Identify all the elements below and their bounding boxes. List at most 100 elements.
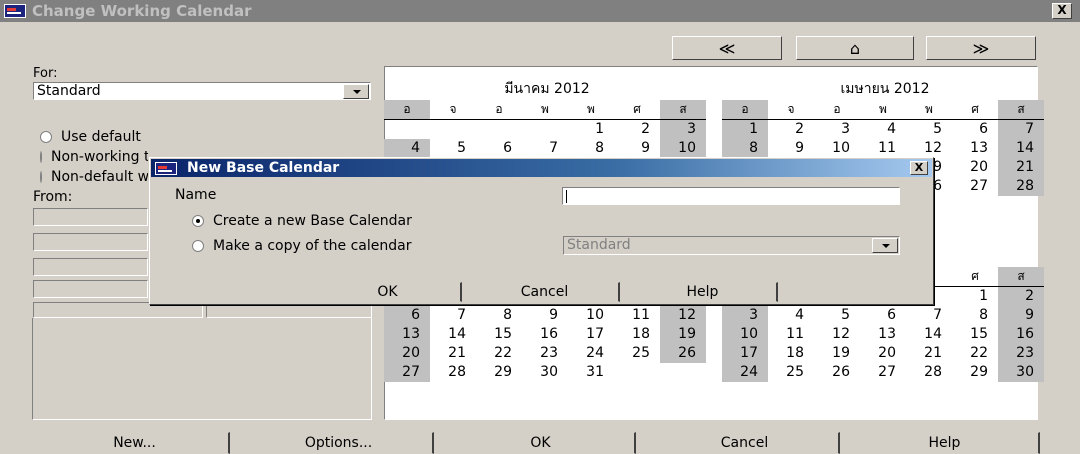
calendar-day[interactable]: 2 bbox=[998, 287, 1044, 306]
calendar-day[interactable]: 28 bbox=[906, 363, 952, 382]
calendar-day[interactable]: 9 bbox=[768, 139, 814, 158]
calendar-day[interactable]: 31 bbox=[568, 363, 614, 382]
calendar-day[interactable]: 10 bbox=[814, 139, 860, 158]
calendar-day[interactable]: 27 bbox=[384, 363, 430, 382]
calendar-day[interactable]: 29 bbox=[952, 363, 998, 382]
calendar-day[interactable]: 8 bbox=[476, 306, 522, 325]
calendar-day[interactable]: 8 bbox=[952, 306, 998, 325]
calendar-day[interactable]: 29 bbox=[476, 363, 522, 382]
calendar-day[interactable]: 28 bbox=[998, 177, 1044, 196]
calendar-day[interactable]: 19 bbox=[660, 325, 706, 344]
calendar-day[interactable]: 11 bbox=[768, 325, 814, 344]
options-button[interactable]: Options... bbox=[244, 432, 434, 454]
calendar-day[interactable]: 6 bbox=[384, 306, 430, 325]
calendar-day[interactable]: 13 bbox=[952, 139, 998, 158]
dialog-cancel-button[interactable]: Cancel bbox=[470, 282, 620, 302]
calendar-day[interactable]: 8 bbox=[568, 139, 614, 158]
to-field[interactable] bbox=[33, 233, 148, 251]
calendar-day[interactable]: 20 bbox=[384, 344, 430, 363]
radio-create-new[interactable]: Create a new Base Calendar bbox=[192, 213, 412, 229]
option-use-default[interactable]: Use default bbox=[40, 129, 141, 145]
calendar-day[interactable]: 14 bbox=[430, 325, 476, 344]
calendar-day[interactable]: 2 bbox=[614, 120, 660, 139]
calendar-day[interactable]: 21 bbox=[998, 158, 1044, 177]
calendar-day[interactable]: 14 bbox=[998, 139, 1044, 158]
chevron-down-icon[interactable] bbox=[872, 238, 898, 253]
calendar-day[interactable]: 3 bbox=[660, 120, 706, 139]
calendar-day[interactable]: 13 bbox=[860, 325, 906, 344]
option-non-working[interactable]: Non-working time bbox=[40, 149, 148, 165]
calendar-day[interactable]: 11 bbox=[614, 306, 660, 325]
calendar-day[interactable]: 18 bbox=[614, 325, 660, 344]
radio-icon[interactable] bbox=[40, 151, 42, 163]
today-button[interactable]: ⌂ bbox=[796, 36, 914, 60]
calendar-day[interactable]: 15 bbox=[476, 325, 522, 344]
cancel-button[interactable]: Cancel bbox=[650, 432, 840, 454]
calendar-day[interactable]: 20 bbox=[860, 344, 906, 363]
calendar-day[interactable]: 28 bbox=[430, 363, 476, 382]
calendar-day[interactable]: 22 bbox=[952, 344, 998, 363]
calendar-day[interactable]: 5 bbox=[814, 306, 860, 325]
calendar-day[interactable]: 2 bbox=[768, 120, 814, 139]
calendar-day[interactable]: 24 bbox=[722, 363, 768, 382]
calendar-day[interactable]: 26 bbox=[814, 363, 860, 382]
prev-month-button[interactable]: ≪ bbox=[672, 36, 782, 60]
radio-icon[interactable] bbox=[40, 131, 52, 143]
help-button[interactable]: Help bbox=[850, 432, 1040, 454]
calendar-day[interactable]: 19 bbox=[814, 344, 860, 363]
window-close-button[interactable]: X bbox=[1052, 3, 1072, 19]
calendar-day[interactable]: 1 bbox=[722, 120, 768, 139]
calendar-day[interactable]: 20 bbox=[952, 158, 998, 177]
calendar-day[interactable]: 10 bbox=[722, 325, 768, 344]
calendar-day[interactable]: 30 bbox=[998, 363, 1044, 382]
calendar-day[interactable]: 27 bbox=[860, 363, 906, 382]
calendar-day[interactable]: 23 bbox=[522, 344, 568, 363]
from-field[interactable] bbox=[33, 208, 148, 226]
calendar-day[interactable]: 4 bbox=[860, 120, 906, 139]
calendar-day[interactable]: 6 bbox=[952, 120, 998, 139]
calendar-day[interactable]: 10 bbox=[660, 139, 706, 158]
calendar-day[interactable]: 6 bbox=[860, 306, 906, 325]
calendar-day[interactable]: 18 bbox=[768, 344, 814, 363]
next-month-button[interactable]: ≫ bbox=[926, 36, 1036, 60]
calendar-day[interactable]: 7 bbox=[998, 120, 1044, 139]
for-combo[interactable]: Standard bbox=[33, 82, 371, 100]
time-field-2[interactable] bbox=[33, 280, 148, 298]
radio-icon[interactable] bbox=[192, 215, 204, 227]
calendar-day[interactable]: 12 bbox=[660, 306, 706, 325]
option-non-default[interactable]: Non-default working time bbox=[40, 169, 148, 185]
calendar-day[interactable]: 7 bbox=[906, 306, 952, 325]
calendar-day[interactable]: 26 bbox=[660, 344, 706, 363]
time-field-1[interactable] bbox=[33, 258, 148, 276]
copy-calendar-combo[interactable]: Standard bbox=[563, 236, 900, 255]
radio-icon[interactable] bbox=[192, 240, 204, 252]
radio-make-copy[interactable]: Make a copy of the calendar bbox=[192, 238, 412, 254]
calendar-day[interactable]: 17 bbox=[568, 325, 614, 344]
radio-icon[interactable] bbox=[40, 171, 42, 183]
calendar-day[interactable]: 13 bbox=[384, 325, 430, 344]
calendar-day[interactable]: 3 bbox=[722, 306, 768, 325]
calendar-day[interactable]: 5 bbox=[906, 120, 952, 139]
calendar-day[interactable]: 12 bbox=[814, 325, 860, 344]
calendar-day[interactable]: 21 bbox=[906, 344, 952, 363]
calendar-day[interactable]: 15 bbox=[952, 325, 998, 344]
calendar-day[interactable]: 8 bbox=[722, 139, 768, 158]
calendar-day[interactable]: 7 bbox=[522, 139, 568, 158]
calendar-day[interactable]: 27 bbox=[952, 177, 998, 196]
calendar-day[interactable]: 5 bbox=[430, 139, 476, 158]
calendar-day[interactable]: 1 bbox=[952, 287, 998, 306]
calendar-day[interactable]: 11 bbox=[860, 139, 906, 158]
dialog-close-button[interactable]: X bbox=[910, 161, 928, 175]
ok-button[interactable]: OK bbox=[446, 432, 636, 454]
dialog-help-button[interactable]: Help bbox=[628, 282, 778, 302]
calendar-day[interactable]: 1 bbox=[568, 120, 614, 139]
name-input[interactable] bbox=[562, 187, 900, 205]
calendar-day[interactable]: 9 bbox=[614, 139, 660, 158]
calendar-day[interactable]: 7 bbox=[430, 306, 476, 325]
dialog-ok-button[interactable]: OK bbox=[314, 282, 462, 302]
calendar-day[interactable]: 24 bbox=[568, 344, 614, 363]
calendar-day[interactable]: 3 bbox=[814, 120, 860, 139]
calendar-day[interactable]: 16 bbox=[998, 325, 1044, 344]
calendar-day[interactable]: 14 bbox=[906, 325, 952, 344]
chevron-down-icon[interactable] bbox=[343, 84, 369, 99]
